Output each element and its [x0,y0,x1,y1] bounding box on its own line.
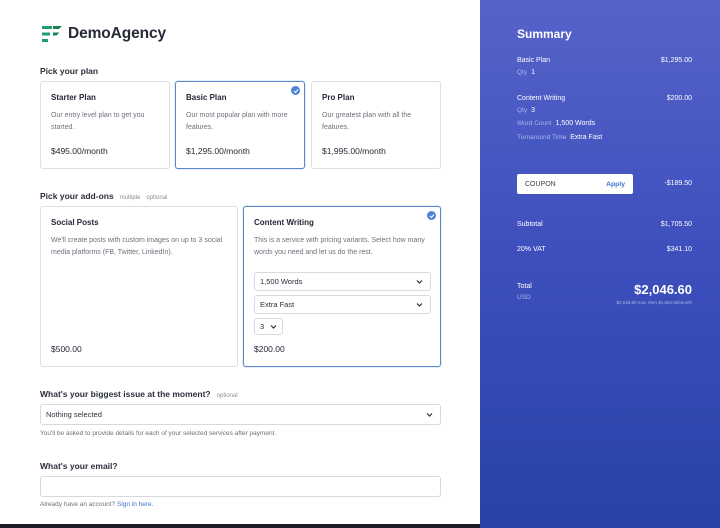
multiple-tag: multiple [119,195,141,201]
qty-value: 3 [531,107,536,114]
word-count-value: 1,500 Words [555,120,596,127]
word-count-label: Word Count [517,120,552,127]
chevron-down-icon [416,302,423,307]
item-price: $1,295.00 [660,57,692,64]
coupon-discount: -$189.50 [664,180,692,187]
email-label: What's your email? [40,461,118,471]
summary-content-qty: Qty 3 [517,107,692,114]
item-name: Content Writing [517,95,566,102]
brand-name: DemoAgency [68,25,167,42]
optional-tag: optional [146,195,168,201]
email-input[interactable] [40,476,441,497]
word-count-value: 1,500 Words [260,277,303,286]
chevron-down-icon [416,279,423,284]
turnaround-value: Extra Fast [260,300,295,309]
plan-card-basic[interactable]: Basic Plan Our most popular plan with mo… [175,81,305,169]
quantity-select[interactable]: 3 [254,318,283,335]
total-value: $2,046.60 [634,282,692,297]
addon-card-social-posts[interactable]: Social Posts We'll create posts with cus… [40,206,238,367]
chevron-down-icon [270,324,277,329]
plan-price: $495.00/month [51,146,108,156]
issue-select[interactable]: Nothing selected [40,404,441,425]
summary-item-content: Content Writing $200.00 [517,95,692,102]
addon-description: This is a service with pricing variants.… [254,237,425,256]
addons-label: Pick your add-ons [40,191,114,201]
summary-content-word-count: Word Count 1,500 Words [517,120,692,127]
plan-price: $1,295.00/month [186,146,250,156]
issue-question: What's your biggest issue at the moment? [40,389,211,399]
vat-label: 20% VAT [517,246,546,253]
qty-label: Qty [517,69,528,76]
vat-value: $341.10 [666,246,692,253]
bottom-divider [0,524,480,528]
summary-title: Summary [517,27,572,41]
logo-mark-icon [42,26,62,42]
plan-card-starter[interactable]: Starter Plan Our entry level plan to get… [40,81,170,169]
subtotal-label: Subtotal [517,221,543,228]
addon-title: Content Writing [254,218,314,227]
plan-title: Pro Plan [322,93,355,102]
addon-title: Social Posts [51,218,99,227]
item-price: $200.00 [666,95,692,102]
check-icon [291,86,300,95]
check-icon [427,211,436,220]
item-name: Basic Plan [517,57,551,64]
quantity-value: 3 [260,322,265,331]
account-text: Already have an account? [40,501,116,508]
summary-vat: 20% VAT $341.10 [517,246,692,253]
plan-title: Basic Plan [186,93,227,102]
account-prompt: Already have an account? Sign in here. [40,501,153,508]
turnaround-select[interactable]: Extra Fast [254,295,431,314]
order-summary: Summary Basic Plan $1,295.00 Qty 1 Conten… [480,0,720,528]
issue-label: What's your biggest issue at the moment?… [40,389,238,399]
apply-coupon-button[interactable]: Apply [606,181,625,188]
total-note: $2,046.60 now, then $1,554.00/month [616,300,692,305]
plan-section-label: Pick your plan [40,66,99,76]
plan-card-pro[interactable]: Pro Plan Our greatest plan with all the … [311,81,441,169]
qty-label: Qty [517,107,528,114]
word-count-select[interactable]: 1,500 Words [254,272,431,291]
summary-content-turnaround: Turnaround Time Extra Fast [517,134,692,141]
chevron-down-icon [426,412,433,417]
addon-description: We'll create posts with custom images on… [51,237,223,256]
plan-title: Starter Plan [51,93,96,102]
addons-section-label: Pick your add-ons multiple optional [40,191,167,201]
addon-price: $500.00 [51,344,82,354]
addon-price: $200.00 [254,344,285,354]
optional-tag: optional [216,393,238,399]
brand-logo[interactable]: DemoAgency [42,25,166,43]
summary-item-basic: Basic Plan $1,295.00 [517,57,692,64]
turnaround-value: Extra Fast [570,134,603,141]
sign-in-link[interactable]: Sign in here. [117,501,154,508]
subtotal-value: $1,705.50 [660,221,692,228]
qty-value: 1 [531,69,536,76]
plan-description: Our greatest plan with all the features. [322,112,412,131]
checkout-form: DemoAgency Pick your plan Starter Plan O… [0,0,480,528]
issue-value: Nothing selected [46,410,102,419]
turnaround-label: Turnaround Time [517,134,567,141]
issue-helper-text: You'll be asked to provide details for e… [40,430,277,437]
coupon-field[interactable]: COUPON Apply [517,174,633,194]
summary-subtotal: Subtotal $1,705.50 [517,221,692,228]
coupon-code: COUPON [525,180,556,188]
plan-description: Our entry level plan to get you started. [51,112,145,131]
summary-basic-qty: Qty 1 [517,69,692,76]
plan-description: Our most popular plan with more features… [186,112,288,131]
plan-price: $1,995.00/month [322,146,386,156]
